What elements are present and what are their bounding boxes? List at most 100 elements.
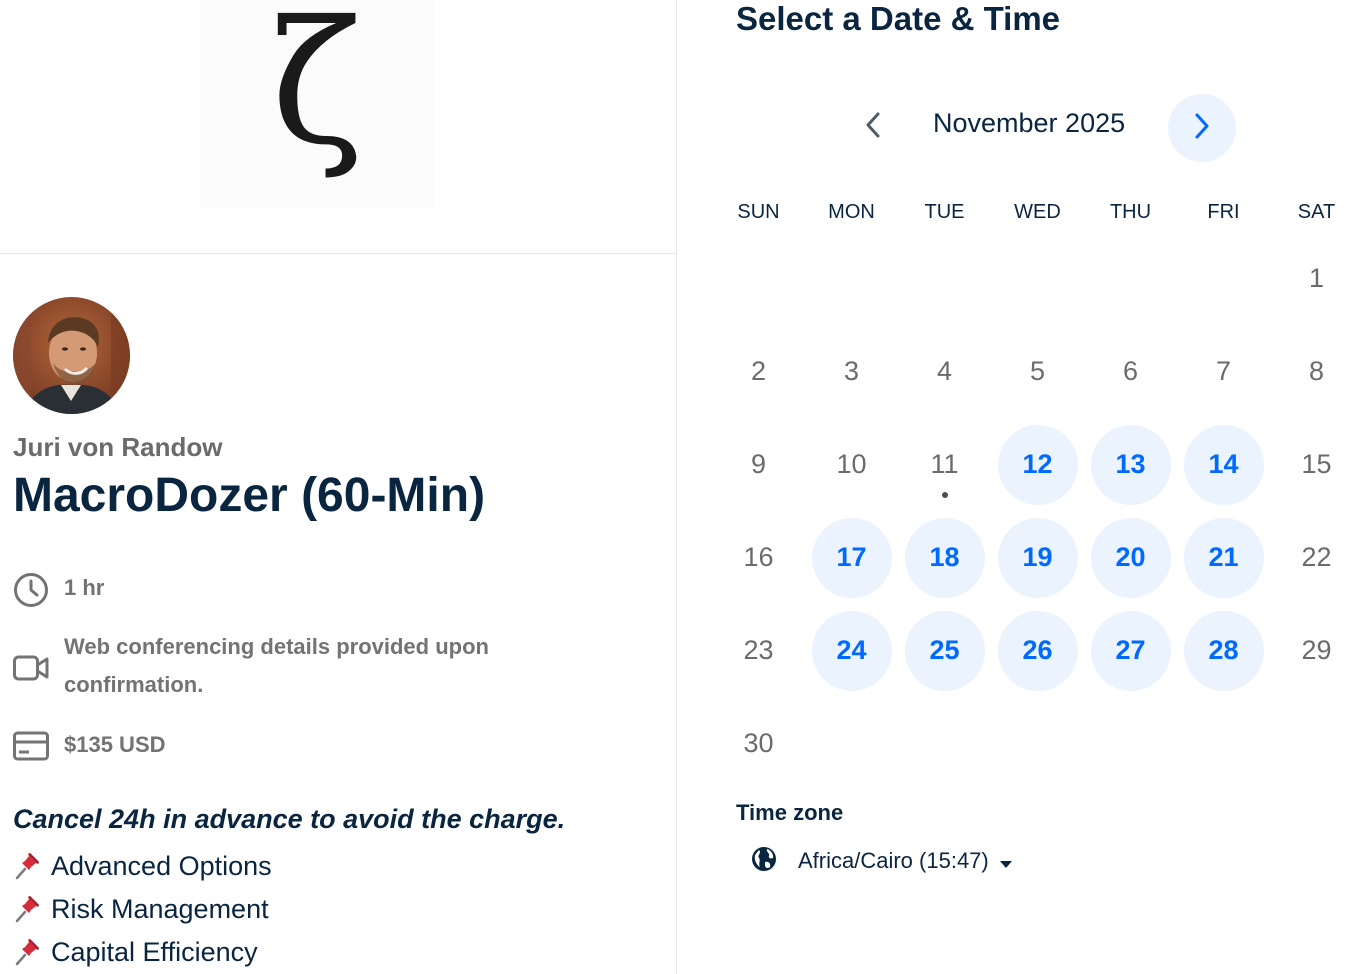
calendar-cell: 7 <box>1177 325 1270 418</box>
day-label-unavailable: 3 <box>843 356 860 386</box>
next-month-button[interactable] <box>1168 94 1236 162</box>
calendar-cell: 13 <box>1084 418 1177 511</box>
location-text: Web conferencing details provided upon c… <box>64 634 489 697</box>
calendar-cell-empty <box>805 232 898 325</box>
timezone-select[interactable]: Africa/Cairo (15:47) <box>750 842 1013 880</box>
feature-label: Capital Efficiency <box>51 936 258 967</box>
calendar-cell: 3 <box>805 325 898 418</box>
calendar-cell: 20 <box>1084 511 1177 604</box>
video-camera-icon <box>13 650 49 686</box>
calendar-cell: 22 <box>1270 511 1346 604</box>
calendar-cell: 29 <box>1270 604 1346 697</box>
day-button-available[interactable]: 14 <box>1183 424 1264 505</box>
timezone-label: Time zone <box>736 800 844 825</box>
calendar-cell: 11 <box>898 418 991 511</box>
day-button-available[interactable]: 25 <box>904 610 985 691</box>
price-text: $135 USD <box>64 732 166 757</box>
day-button-available[interactable]: 17 <box>811 517 892 598</box>
day-button-available[interactable]: 28 <box>1183 610 1264 691</box>
logo-glyph: ζ <box>270 0 364 183</box>
day-button-available[interactable]: 13 <box>1090 424 1171 505</box>
day-button-available[interactable]: 21 <box>1183 517 1264 598</box>
host-avatar <box>13 297 130 414</box>
caret-down-icon <box>999 856 1013 868</box>
weekday-header: SUN MON TUE WED THU FRI SAT <box>712 198 1346 226</box>
panel-title: Select a Date & Time <box>736 0 1061 37</box>
calendar-cell: 9 <box>712 418 805 511</box>
weekday-label: MON <box>828 201 875 223</box>
day-button-available[interactable]: 12 <box>997 424 1078 505</box>
calendar-cell: 19 <box>991 511 1084 604</box>
day-label-unavailable: 7 <box>1215 356 1232 386</box>
calendar-cell-empty <box>898 232 991 325</box>
calendar-cell: 2 <box>712 325 805 418</box>
day-button-available[interactable]: 26 <box>997 610 1078 691</box>
calendar-grid: 1 2 3 4 5 6 7 8 9 10 11 12 13 14 15 16 17 18 19 20 21 22 23 24 2… <box>712 232 1346 790</box>
calendar-cell: 27 <box>1084 604 1177 697</box>
weekday-label: THU <box>1109 201 1152 223</box>
day-button-available[interactable]: 27 <box>1090 610 1171 691</box>
calendar-cell: 8 <box>1270 325 1346 418</box>
pushpin-icon <box>13 851 41 881</box>
day-label-unavailable: 22 <box>1301 542 1332 572</box>
calendar-cell: 17 <box>805 511 898 604</box>
day-label-unavailable: 23 <box>743 635 774 665</box>
calendar-cell: 30 <box>712 697 805 790</box>
day-button-available[interactable]: 20 <box>1090 517 1171 598</box>
calendar-cell: 15 <box>1270 418 1346 511</box>
cancellation-note: Cancel 24h in advance to avoid the charg… <box>13 804 566 834</box>
pushpin-icon <box>13 937 41 967</box>
day-label-unavailable: 2 <box>750 356 767 386</box>
day-button-available[interactable]: 19 <box>997 517 1078 598</box>
weekday-label: FRI <box>1207 201 1240 223</box>
timezone-value: Africa/Cairo (15:47) <box>798 848 989 873</box>
calendar-cell: 23 <box>712 604 805 697</box>
calendar-cell: 5 <box>991 325 1084 418</box>
day-label-unavailable: 16 <box>743 542 774 572</box>
company-logo: ζ <box>200 0 434 208</box>
day-button-available[interactable]: 24 <box>811 610 892 691</box>
calendar-cell-empty <box>991 232 1084 325</box>
calendar-cell: 24 <box>805 604 898 697</box>
day-label-unavailable: 8 <box>1308 356 1325 386</box>
chevron-left-icon <box>864 111 882 144</box>
calendar-cell-empty <box>1177 232 1270 325</box>
chevron-right-icon <box>1193 112 1211 145</box>
day-label-unavailable: 10 <box>836 449 867 479</box>
current-month: November 2025 <box>933 108 1126 138</box>
clock-icon <box>13 572 49 608</box>
weekday-label: TUE <box>924 201 965 223</box>
calendar-cell: 14 <box>1177 418 1270 511</box>
calendar-cell: 25 <box>898 604 991 697</box>
calendar-cell: 1 <box>1270 232 1346 325</box>
day-label-unavailable: 9 <box>750 449 767 479</box>
day-label-unavailable: 29 <box>1301 635 1332 665</box>
weekday-label: SAT <box>1297 201 1336 223</box>
day-label-unavailable: 1 <box>1308 263 1325 293</box>
previous-month-button[interactable] <box>850 94 896 160</box>
feature-label: Advanced Options <box>51 850 272 881</box>
event-title: MacroDozer (60-Min) <box>13 469 486 522</box>
calendar-cell-empty <box>712 232 805 325</box>
calendar-cell: 26 <box>991 604 1084 697</box>
feature-item: Capital Efficiency <box>13 934 258 970</box>
calendar-cell: 12 <box>991 418 1084 511</box>
globe-icon <box>750 845 778 878</box>
calendar-cell: 16 <box>712 511 805 604</box>
feature-label: Risk Management <box>51 893 269 924</box>
calendar-cell: 28 <box>1177 604 1270 697</box>
calendar-cell: 21 <box>1177 511 1270 604</box>
calendar-cell: 10 <box>805 418 898 511</box>
calendar-cell: 18 <box>898 511 991 604</box>
day-label-unavailable: 4 <box>936 356 953 386</box>
calendar-cell: 4 <box>898 325 991 418</box>
weekday-label: WED <box>1014 201 1061 223</box>
pushpin-icon <box>13 894 41 924</box>
day-button-available[interactable]: 18 <box>904 517 985 598</box>
feature-item: Advanced Options <box>13 848 272 884</box>
host-name: Juri von Randow <box>13 432 223 462</box>
day-label-unavailable: 15 <box>1301 449 1332 479</box>
calendar-cell-empty <box>1084 232 1177 325</box>
today-indicator <box>941 491 948 498</box>
day-label-unavailable: 5 <box>1029 356 1046 386</box>
